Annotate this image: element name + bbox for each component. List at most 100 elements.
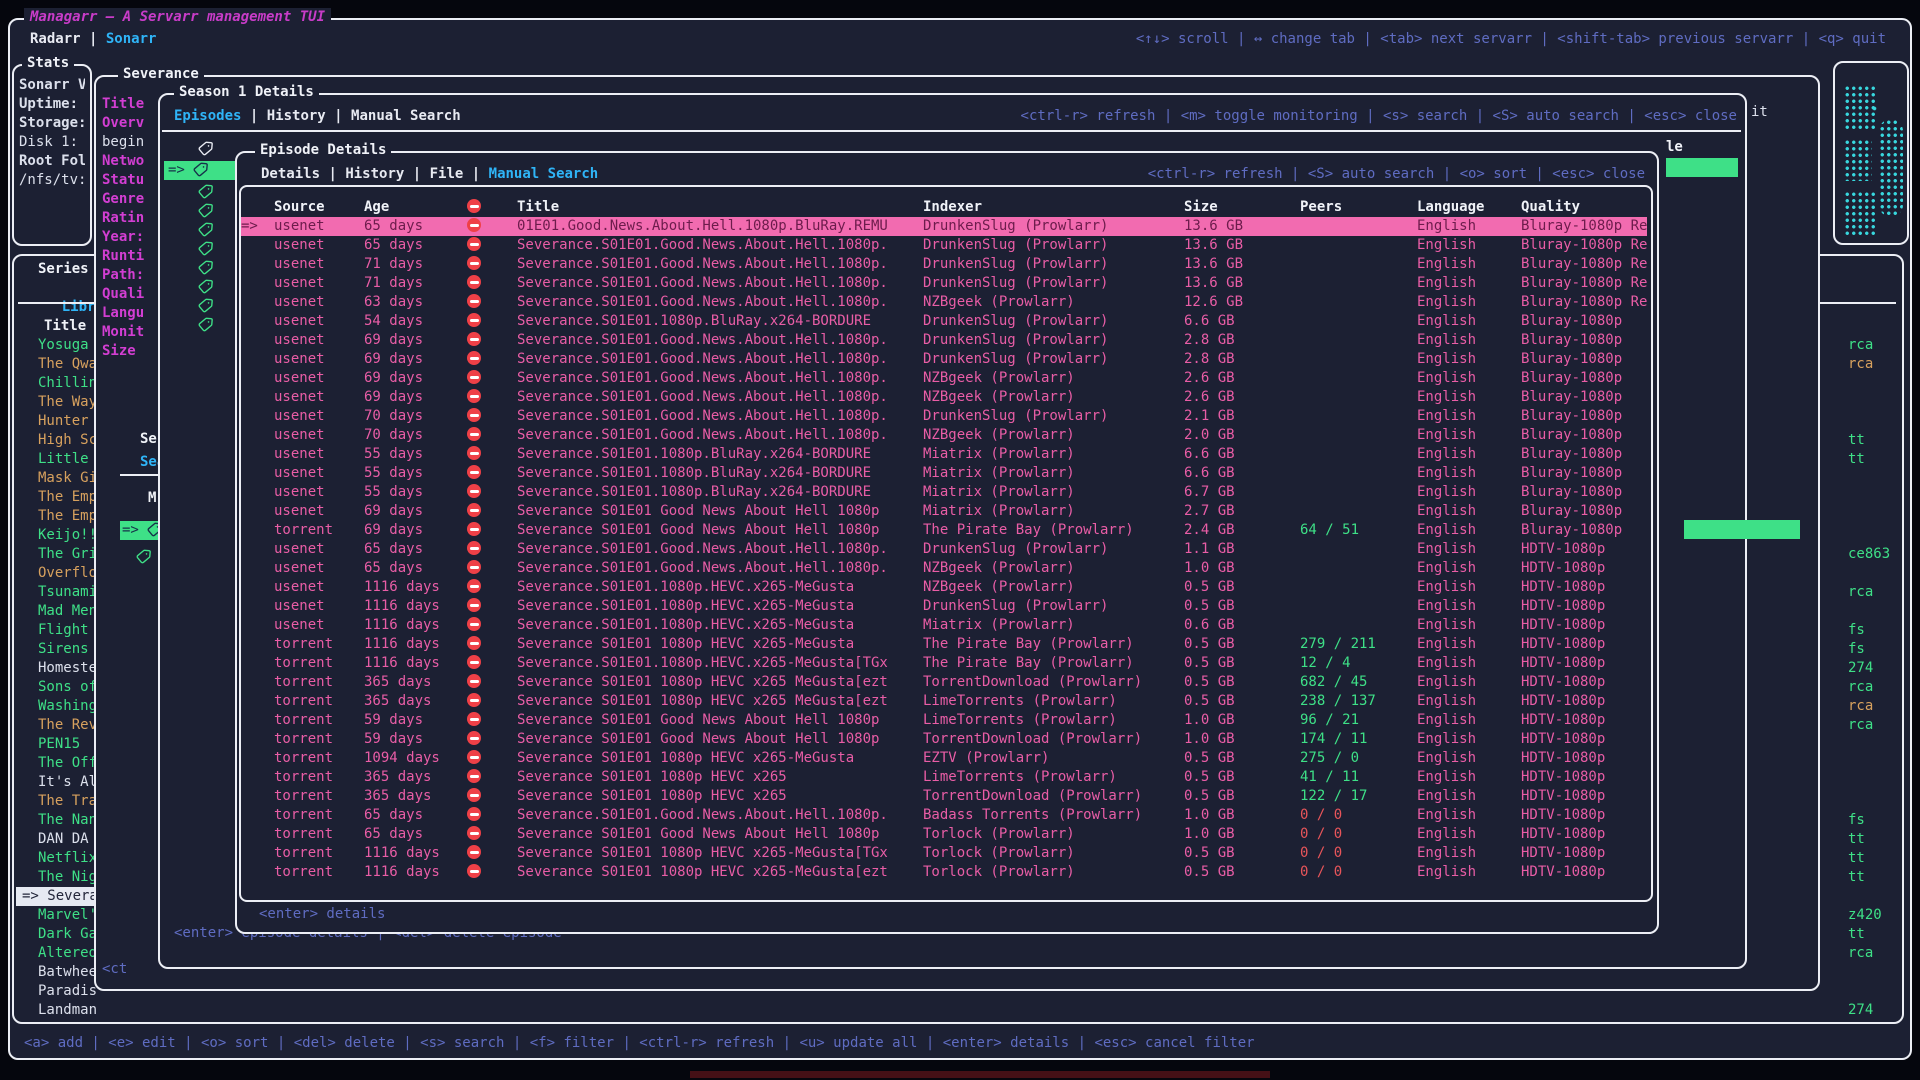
series-list-item[interactable]: Netflix [16,849,98,868]
episode-row[interactable] [198,240,213,259]
release-size: 1.0 GB [1184,730,1300,749]
series-details-edge-fragment: it [1751,103,1768,122]
release-age: 55 days [364,445,467,464]
episode-tab-details[interactable]: Details [261,166,320,182]
release-row[interactable]: usenet55 daysSeverance.S01E01.1080p.BluR… [241,464,1647,483]
series-list-item[interactable]: Mad Men [16,602,98,621]
series-list-item[interactable]: Overflo [16,564,98,583]
release-row[interactable]: usenet63 daysSeverance.S01E01.Good.News.… [241,293,1647,312]
episode-row[interactable] [198,316,213,335]
release-row[interactable]: torrent365 daysSeverance S01E01 1080p HE… [241,673,1647,692]
series-list-item[interactable]: Tsunami [16,583,98,602]
series-list-item[interactable]: The Emp [16,488,98,507]
episode-row[interactable] [198,278,213,297]
release-row[interactable]: usenet70 daysSeverance.S01E01.Good.News.… [241,426,1647,445]
series-list-item[interactable]: The Emp [16,507,98,526]
release-row[interactable]: torrent365 daysSeverance S01E01 1080p HE… [241,787,1647,806]
series-list-item[interactable]: Mask Gi [16,469,98,488]
release-row[interactable]: torrent1116 daysSeverance S01E01 1080p H… [241,635,1647,654]
season-tab-manual-search[interactable]: Manual Search [351,108,461,124]
series-list-item[interactable]: The Tra [16,792,98,811]
series-list-item[interactable]: The Nig [16,868,98,887]
release-row[interactable]: usenet1116 daysSeverance.S01E01.1080p.HE… [241,616,1647,635]
episode-tab-manual-search[interactable]: Manual Search [489,166,599,182]
series-list-item[interactable]: DAN DA [16,830,98,849]
series-list-item[interactable]: Dark Ga [16,925,98,944]
release-row[interactable]: usenet69 daysSeverance.S01E01.Good.News.… [241,369,1647,388]
release-title: Severance S01E01 1080p HEVC x265-MeGusta… [517,863,923,882]
season-tab-history[interactable]: History [267,108,326,124]
series-list-item[interactable]: The Rev [16,716,98,735]
series-list-item[interactable]: The Nan [16,811,98,830]
series-list-item[interactable]: Washing [16,697,98,716]
release-row[interactable]: usenet71 daysSeverance.S01E01.Good.News.… [241,274,1647,293]
release-row[interactable]: usenet65 daysSeverance.S01E01.Good.News.… [241,540,1647,559]
release-row[interactable]: torrent365 daysSeverance S01E01 1080p HE… [241,768,1647,787]
season-tab-episodes[interactable]: Episodes [174,108,241,124]
series-list-item-selected[interactable]: => Severan [16,887,98,906]
release-row[interactable]: torrent365 daysSeverance S01E01 1080p HE… [241,692,1647,711]
episode-row[interactable] [198,202,213,221]
episode-tab-history[interactable]: History [345,166,404,182]
series-list-item[interactable]: Landman [16,1001,98,1020]
series-list-item[interactable]: Batwhee [16,963,98,982]
release-row[interactable]: torrent1094 daysSeverance S01E01 1080p H… [241,749,1647,768]
series-list-item[interactable]: Sons of [16,678,98,697]
release-row[interactable]: torrent69 daysSeverance S01E01 Good News… [241,521,1647,540]
release-row[interactable]: torrent1116 daysSeverance S01E01 1080p H… [241,844,1647,863]
release-row[interactable]: torrent59 daysSeverance S01E01 Good News… [241,711,1647,730]
servarr-tab-sonarr[interactable]: Sonarr [106,31,157,47]
release-row[interactable]: usenet65 daysSeverance.S01E01.Good.News.… [241,559,1647,578]
series-list-item[interactable]: The Off [16,754,98,773]
release-row[interactable]: torrent65 daysSeverance S01E01 Good News… [241,825,1647,844]
release-row[interactable]: usenet69 daysSeverance.S01E01.Good.News.… [241,350,1647,369]
release-row[interactable]: usenet55 daysSeverance.S01E01.1080p.BluR… [241,445,1647,464]
selected-episode-row[interactable]: => [164,161,238,180]
episode-row[interactable] [198,297,213,316]
series-list-item[interactable]: Paradis [16,982,98,1001]
series-list-item[interactable]: Yosuga [16,336,98,355]
series-list-item[interactable]: The Qwa [16,355,98,374]
series-list-item[interactable]: Altered [16,944,98,963]
release-indexer: Miatrix (Prowlarr) [923,445,1184,464]
release-language: English [1417,768,1521,787]
release-rejected [467,540,517,559]
series-list-item[interactable]: It's Al [16,773,98,792]
episode-row[interactable] [198,259,213,278]
release-row[interactable]: torrent1116 daysSeverance.S01E01.1080p.H… [241,654,1647,673]
episode-row[interactable] [198,183,213,202]
series-list-item[interactable]: Homeste [16,659,98,678]
release-size: 6.6 GB [1184,312,1300,331]
series-list-item[interactable]: Marvel' [16,906,98,925]
series-list-item[interactable]: Flight [16,621,98,640]
release-row-selected[interactable]: =>usenet65 days01E01.Good.News.About.Hel… [241,217,1647,236]
release-row[interactable]: usenet71 daysSeverance.S01E01.Good.News.… [241,255,1647,274]
series-list-item[interactable]: The Gri [16,545,98,564]
release-row[interactable]: usenet1116 daysSeverance.S01E01.1080p.HE… [241,578,1647,597]
series-list-item[interactable]: PEN15 [16,735,98,754]
release-row[interactable]: usenet70 daysSeverance.S01E01.Good.News.… [241,407,1647,426]
series-list-item[interactable]: Sirens [16,640,98,659]
series-list-item[interactable]: Little [16,450,98,469]
release-row[interactable]: usenet69 daysSeverance.S01E01.Good.News.… [241,388,1647,407]
release-row[interactable]: usenet55 daysSeverance.S01E01.1080p.BluR… [241,483,1647,502]
release-row[interactable]: torrent1116 daysSeverance S01E01 1080p H… [241,863,1647,882]
release-row[interactable]: torrent65 daysSeverance.S01E01.Good.News… [241,806,1647,825]
release-row[interactable]: usenet69 daysSeverance.S01E01.Good.News.… [241,331,1647,350]
episode-row[interactable] [198,221,213,240]
release-row[interactable]: usenet69 daysSeverance S01E01 Good News … [241,502,1647,521]
episode-tab-file[interactable]: File [430,166,464,182]
release-row[interactable]: usenet1116 daysSeverance.S01E01.1080p.HE… [241,597,1647,616]
servarr-tab-radarr[interactable]: Radarr [30,31,81,47]
series-list-item[interactable]: The Way [16,393,98,412]
series-list-item[interactable]: High Sc [16,431,98,450]
series-list-item[interactable]: Hunter [16,412,98,431]
selection-arrow [241,844,274,863]
series-list-item[interactable]: Keijo!! [16,526,98,545]
no-entry-icon [467,427,481,441]
release-row[interactable]: torrent59 daysSeverance S01E01 Good News… [241,730,1647,749]
selected-season-row[interactable]: => [120,521,160,540]
series-list-item[interactable]: Chillin [16,374,98,393]
release-row[interactable]: usenet54 daysSeverance.S01E01.1080p.BluR… [241,312,1647,331]
release-row[interactable]: usenet65 daysSeverance.S01E01.Good.News.… [241,236,1647,255]
